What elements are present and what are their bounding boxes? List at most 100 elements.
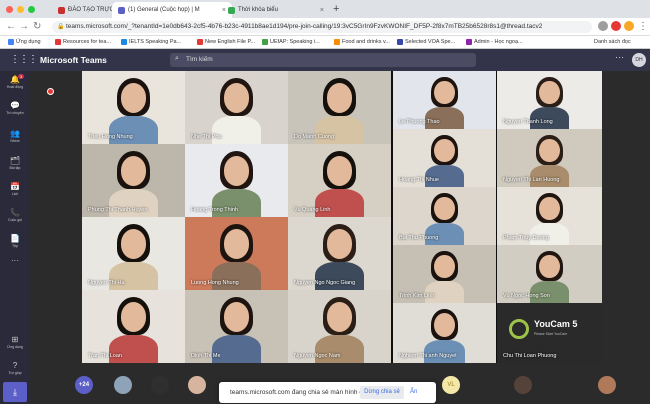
person-body [424, 164, 465, 187]
more-options-icon[interactable]: ··· [615, 52, 624, 62]
rail-item[interactable]: 🔔 Hoạt động 3 [0, 74, 30, 89]
person-face [326, 156, 353, 186]
bookmark-item[interactable]: Ứng dụng [8, 39, 41, 45]
new-tab-button[interactable]: + [333, 3, 339, 15]
person-face [223, 302, 250, 332]
participant-name: Hoang Trong Thinh [191, 207, 238, 213]
bookmark-item[interactable]: IELTS Speaking Pa... [121, 39, 181, 45]
participant-video-tile[interactable]: Phung Thi Thanh Huyen [82, 144, 185, 217]
calendar-icon: 📅 [10, 182, 20, 191]
rail-item[interactable]: 👥 Nhóm [0, 129, 30, 143]
minimize-window-button[interactable] [17, 6, 24, 13]
rail-item[interactable]: ⊞ Ứng dụng [0, 335, 30, 349]
extension-icon[interactable] [611, 21, 621, 31]
profile-avatar[interactable] [624, 21, 634, 31]
search-placeholder: Tìm kiếm [186, 56, 213, 63]
participant-video-tile[interactable]: Le Phuong Thao [393, 71, 496, 129]
participant-name: Chu Thi Loan Phuong [503, 353, 557, 359]
bookmark-item[interactable]: New English File P... [197, 39, 255, 45]
participant-video-tile[interactable]: Luong Hong Nhung [185, 217, 288, 290]
rail-item[interactable]: 📅 Lịch [0, 182, 30, 196]
participant-video-tile[interactable]: Hoang Trong Thinh [185, 144, 288, 217]
person-face [120, 83, 147, 113]
address-bar[interactable]: 🔒 teams.microsoft.com/_?tenantId=1e0db64… [52, 21, 592, 33]
participant-video-tile[interactable]: Vu Ngoc Hong Son [497, 245, 602, 303]
forward-icon[interactable]: → [19, 21, 29, 32]
search-icon: ⌕ [175, 55, 179, 62]
user-avatar[interactable]: DH [632, 53, 646, 67]
participant-video-tile[interactable]: Nhe Thi Phu [185, 71, 288, 144]
screen-share-notification: teams.microsoft.com đang chia sẻ màn hìn… [219, 382, 436, 403]
close-tab-icon[interactable]: × [320, 7, 324, 14]
person-face [539, 254, 560, 279]
participant-video-tile[interactable]: Trinh Kim Linh [393, 245, 496, 303]
reload-icon[interactable]: ↻ [33, 21, 41, 32]
bookmark-item[interactable]: Selected VOA Spe... [397, 39, 455, 45]
person-face [539, 196, 560, 221]
participant-video-tile[interactable]: Bui Thu Phuong [393, 187, 496, 245]
participant-video-tile[interactable]: Do Manh Cuong [288, 71, 391, 144]
bookmark-icon [121, 39, 127, 45]
person-face [434, 196, 455, 221]
browser-tab[interactable]: Thời khóa biểu × [222, 2, 330, 18]
person-face [223, 83, 250, 113]
participant-video-tile[interactable]: Tran Thi Loan [82, 290, 185, 363]
participant-name: Nguyen Thanh Long [503, 119, 553, 125]
rail-item[interactable]: ··· [0, 256, 30, 265]
participant-video-tile[interactable]: Nguyen Thanh Long [497, 71, 602, 129]
rail-item[interactable]: ? Trợ giúp [0, 361, 30, 375]
rail-label: Lịch [11, 192, 19, 196]
app-launcher-icon[interactable]: ⋮⋮⋮ [10, 54, 38, 65]
more-participants-badge[interactable]: +24 [75, 376, 93, 394]
participant-avatar[interactable] [598, 376, 616, 394]
person-face [434, 254, 455, 279]
phone-icon: 📞 [10, 208, 20, 217]
download-app-button[interactable]: ⤓ [3, 382, 27, 402]
meeting-stage: Trieu Hong Nhung Nhe Thi Phu Do Manh Cuong… [30, 71, 650, 363]
bookmark-item[interactable]: Admin - Học ngoạ... [466, 39, 523, 45]
participant-video-tile[interactable]: Nguyen Thi Ha [82, 217, 185, 290]
rail-item[interactable]: 💬 Trò chuyện [0, 101, 30, 115]
hide-notification-button[interactable]: Ẩn [410, 389, 417, 395]
person-face [434, 138, 455, 163]
extension-icon[interactable] [598, 21, 608, 31]
shared-video-gallery: Trieu Hong Nhung Nhe Thi Phu Do Manh Cuong… [82, 71, 602, 363]
participant-avatar[interactable] [114, 376, 132, 394]
participant-name: Le Phuong Thao [399, 119, 440, 125]
participant-avatar[interactable] [188, 376, 206, 394]
participant-strip: +24 VL teams.microsoft.com đang chia sẻ … [30, 363, 650, 404]
participant-video-tile[interactable]: Nguyen Thi Lan Huong [497, 129, 602, 187]
participant-video-tile[interactable]: Trieu Hong Nhung [82, 71, 185, 144]
participant-video-tile[interactable]: YouCam 5 Please Start YouCam Chu Thi Loan … [497, 303, 602, 363]
participant-video-tile[interactable]: Nguyen Ngo Ngoc Giang [288, 217, 391, 290]
participant-avatar[interactable] [514, 376, 532, 394]
tab-favicon-icon [58, 6, 65, 14]
bookmark-item[interactable]: Food and drinks v... [334, 39, 390, 45]
participant-avatar[interactable] [151, 376, 169, 394]
maximize-window-button[interactable] [28, 6, 35, 13]
bookmark-item[interactable]: UEfAP: Speaking i... [262, 39, 320, 45]
help-icon: ? [12, 361, 18, 370]
bookmark-icon [8, 39, 14, 45]
close-window-button[interactable] [6, 6, 13, 13]
browser-menu-icon[interactable]: ⋮ [638, 21, 648, 32]
tab-label: Thời khóa biểu [238, 7, 278, 13]
reading-list-button[interactable]: Danh sách đọc [594, 39, 631, 45]
bookmark-item[interactable]: Resources for tea... [55, 39, 111, 45]
participant-video-tile[interactable]: Hoang Thi Nhue [393, 129, 496, 187]
participant-avatar-initials[interactable]: VL [442, 376, 460, 394]
rail-item[interactable]: 📄 Tệp [0, 234, 30, 248]
participant-video-tile[interactable]: Dinh Thi Me [185, 290, 288, 363]
back-icon[interactable]: ← [6, 21, 16, 32]
participant-video-tile[interactable]: Nghiem Thi anh Nguyet [393, 303, 496, 363]
rail-item[interactable]: 🗂 Bài tập [0, 156, 30, 170]
participant-name: Vu Quang Linh [294, 207, 331, 213]
participant-video-tile[interactable]: Vu Quang Linh [288, 144, 391, 217]
participant-video-tile[interactable]: Pham Thuy Duong [497, 187, 602, 245]
rail-item[interactable]: 📞 Cuộc gọi [0, 208, 30, 222]
browser-tab-active[interactable]: (1) General (Cuộc họp) | M × [112, 2, 232, 18]
search-input[interactable]: ⌕ Tìm kiếm [170, 53, 476, 67]
stop-sharing-button[interactable]: Dừng chia sẻ [360, 386, 404, 399]
participant-video-tile[interactable]: Nguyen Ngoc Nam [288, 290, 391, 363]
person-face [223, 156, 250, 186]
